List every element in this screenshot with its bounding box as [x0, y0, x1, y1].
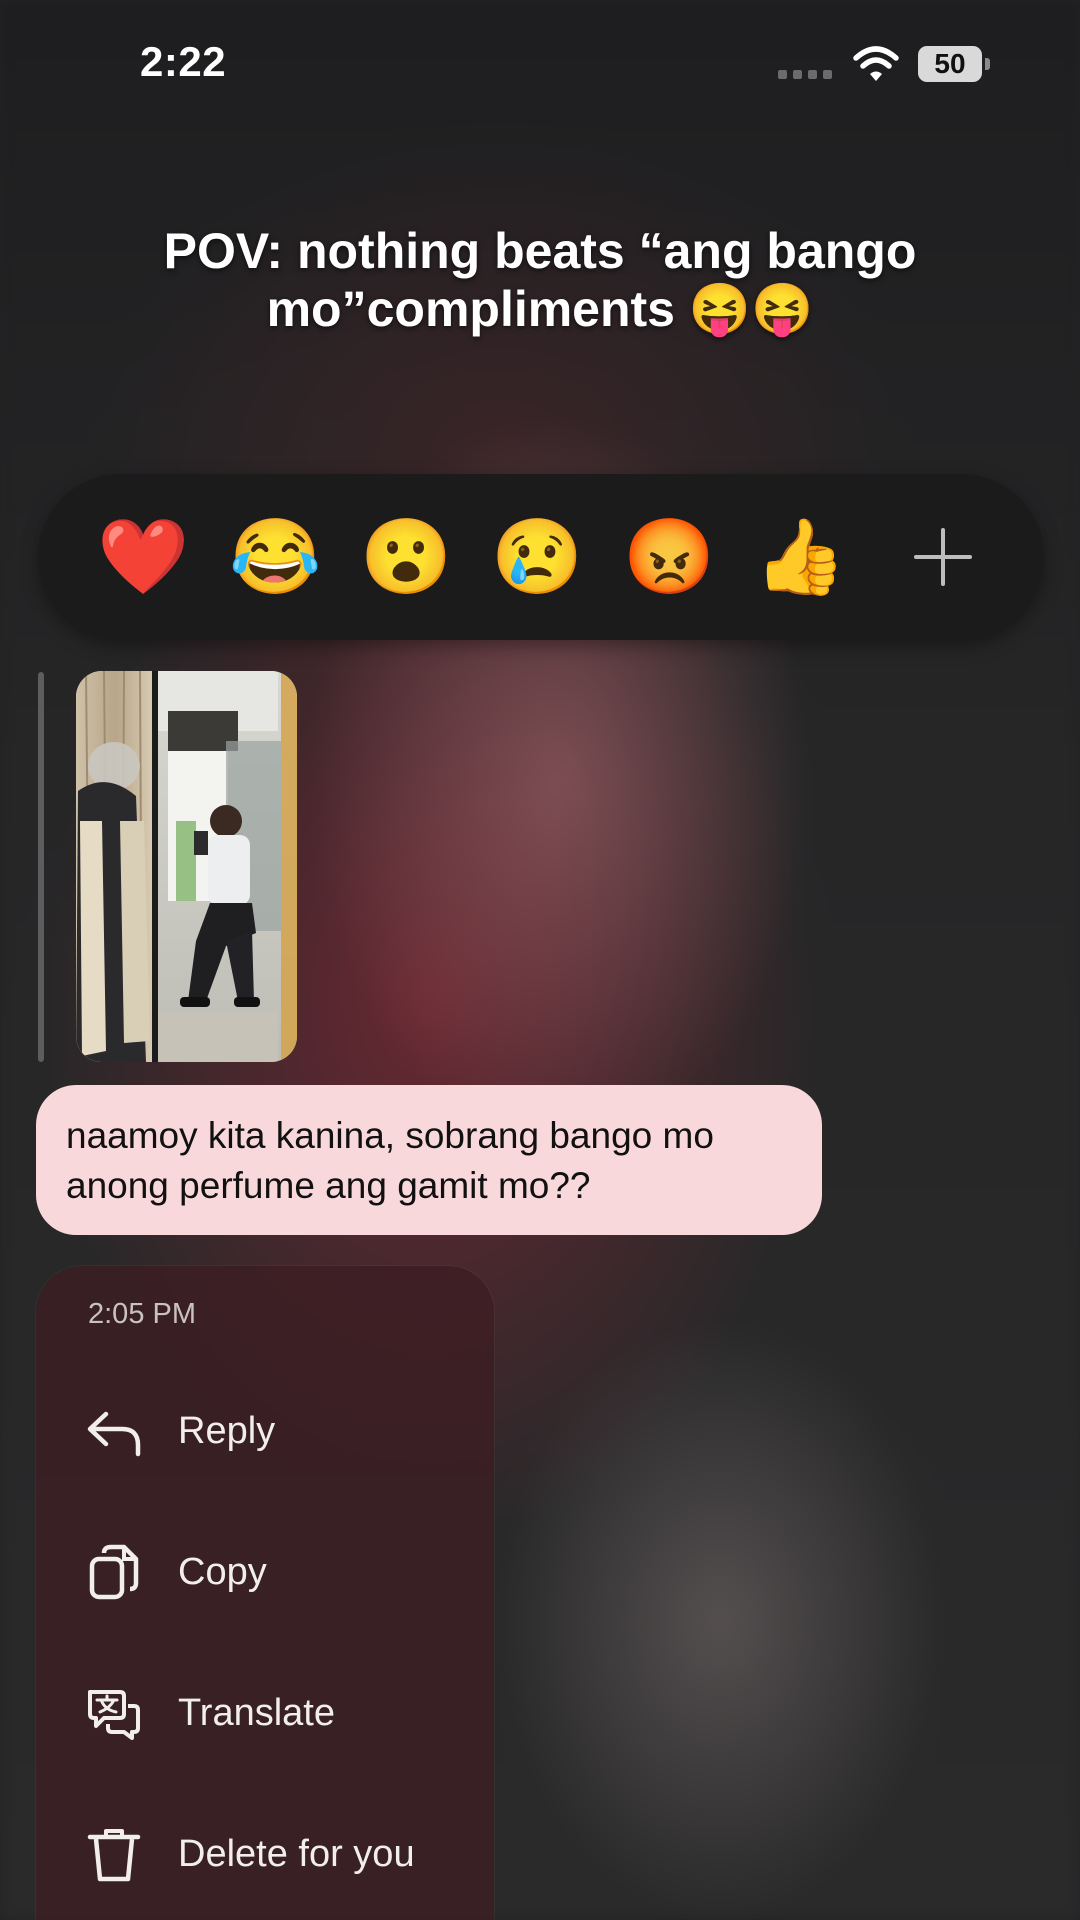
- menu-item-reply[interactable]: Reply: [36, 1380, 494, 1480]
- angry-emoji[interactable]: 😡: [623, 514, 715, 600]
- video-caption: POV: nothing beats “ang bango mo”complim…: [80, 222, 1000, 338]
- battery-icon: 50: [918, 46, 990, 82]
- cellular-signal-icon: [778, 70, 832, 79]
- heart-emoji[interactable]: ❤️: [97, 514, 189, 600]
- translate-icon: [88, 1690, 140, 1740]
- shared-photo[interactable]: [76, 671, 297, 1062]
- menu-label-translate: Translate: [178, 1692, 335, 1734]
- menu-label-reply: Reply: [178, 1410, 276, 1452]
- more-reactions-plus-icon[interactable]: [908, 522, 978, 592]
- reply-indicator-bar: [38, 672, 44, 1062]
- reply-arrow-icon: [87, 1411, 141, 1457]
- caption-line-2: mo”compliments 😝😝: [266, 281, 814, 337]
- battery-level: 50: [918, 46, 982, 82]
- status-time: 2:22: [140, 38, 227, 85]
- message-context-menu: 2:05 PM Reply Copy Translate Delete for …: [36, 1266, 494, 1920]
- message-bubble[interactable]: naamoy kita kanina, sobrang bango mo ano…: [36, 1085, 822, 1235]
- message-timestamp: 2:05 PM: [88, 1298, 196, 1330]
- trash-icon: [87, 1829, 141, 1882]
- menu-label-copy: Copy: [178, 1551, 267, 1593]
- menu-label-delete-for-you: Delete for you: [178, 1833, 415, 1875]
- message-line-2: anong perfume ang gamit mo??: [66, 1165, 591, 1206]
- message-line-1: naamoy kita kanina, sobrang bango mo: [66, 1115, 714, 1156]
- surprised-emoji[interactable]: 😮: [360, 514, 452, 600]
- wifi-icon: [853, 46, 899, 81]
- menu-item-translate[interactable]: Translate: [36, 1662, 494, 1762]
- screen: 2:22 50 POV: nothing beats “ang bango mo…: [0, 0, 1080, 1920]
- menu-item-copy[interactable]: Copy: [36, 1521, 494, 1621]
- laughing-tears-emoji[interactable]: 😂: [229, 514, 321, 600]
- thumbs-up-emoji[interactable]: 👍: [754, 514, 846, 600]
- reaction-bar: ❤️ 😂 😮 😢 😡 👍: [38, 474, 1044, 640]
- menu-item-delete-for-you[interactable]: Delete for you: [36, 1803, 494, 1903]
- copy-icon: [89, 1544, 139, 1600]
- caption-line-1: POV: nothing beats “ang bango: [163, 223, 917, 279]
- crying-emoji[interactable]: 😢: [491, 514, 583, 600]
